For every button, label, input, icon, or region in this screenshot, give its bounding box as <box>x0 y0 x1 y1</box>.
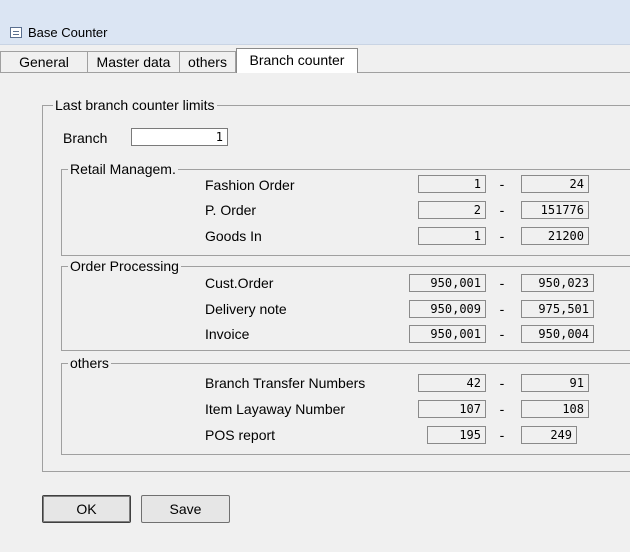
base-counter-window: Base Counter General Master data others … <box>0 0 630 552</box>
fashion-order-to[interactable]: 24 <box>521 175 589 193</box>
invoice-label: Invoice <box>205 326 250 342</box>
item-layaway-number-to[interactable]: 108 <box>521 400 589 418</box>
tab-general[interactable]: General <box>0 51 88 72</box>
invoice-from[interactable]: 950,001 <box>409 325 486 343</box>
cust-order-to[interactable]: 950,023 <box>521 274 594 292</box>
p-order-label: P. Order <box>205 202 257 218</box>
branch-limits-title: Last branch counter limits <box>53 97 217 113</box>
window-title: Base Counter <box>28 25 108 40</box>
range-separator: - <box>499 401 505 417</box>
tab-strip: General Master data others Branch counte… <box>0 48 630 73</box>
range-separator: - <box>499 427 505 443</box>
save-button[interactable]: Save <box>141 495 230 523</box>
fashion-order-label: Fashion Order <box>205 177 295 193</box>
window-form-icon <box>10 27 22 38</box>
tab-master-data[interactable]: Master data <box>87 51 180 72</box>
order-processing-title: Order Processing <box>68 258 181 274</box>
range-separator: - <box>499 326 505 342</box>
delivery-note-to[interactable]: 975,501 <box>521 300 594 318</box>
pos-report-from[interactable]: 195 <box>427 426 486 444</box>
cust-order-label: Cust.Order <box>205 275 274 291</box>
cust-order-from[interactable]: 950,001 <box>409 274 486 292</box>
retail-management-title: Retail Managem. <box>68 161 178 177</box>
delivery-note-from[interactable]: 950,009 <box>409 300 486 318</box>
range-separator: - <box>499 375 505 391</box>
branch-transfer-numbers-from[interactable]: 42 <box>418 374 486 392</box>
pos-report-label: POS report <box>205 427 276 443</box>
fashion-order-from[interactable]: 1 <box>418 175 486 193</box>
branch-transfer-numbers-to[interactable]: 91 <box>521 374 589 392</box>
range-separator: - <box>499 228 505 244</box>
range-separator: - <box>499 275 505 291</box>
goods-in-label: Goods In <box>205 228 262 244</box>
delivery-note-label: Delivery note <box>205 301 287 317</box>
p-order-from[interactable]: 2 <box>418 201 486 219</box>
others-group-title: others <box>68 355 111 371</box>
title-bar: Base Counter <box>0 0 630 45</box>
ok-button[interactable]: OK <box>42 495 131 523</box>
goods-in-to[interactable]: 21200 <box>521 227 589 245</box>
goods-in-from[interactable]: 1 <box>418 227 486 245</box>
range-separator: - <box>499 202 505 218</box>
branch-input[interactable]: 1 <box>131 128 228 146</box>
range-separator: - <box>499 176 505 192</box>
tab-branch-counter[interactable]: Branch counter <box>236 48 358 73</box>
range-separator: - <box>499 301 505 317</box>
branch-transfer-numbers-label: Branch Transfer Numbers <box>205 375 366 391</box>
invoice-to[interactable]: 950,004 <box>521 325 594 343</box>
item-layaway-number-from[interactable]: 107 <box>418 400 486 418</box>
p-order-to[interactable]: 151776 <box>521 201 589 219</box>
branch-label: Branch <box>63 130 108 146</box>
pos-report-to[interactable]: 249 <box>521 426 577 444</box>
item-layaway-number-label: Item Layaway Number <box>205 401 346 417</box>
tab-others[interactable]: others <box>179 51 236 72</box>
